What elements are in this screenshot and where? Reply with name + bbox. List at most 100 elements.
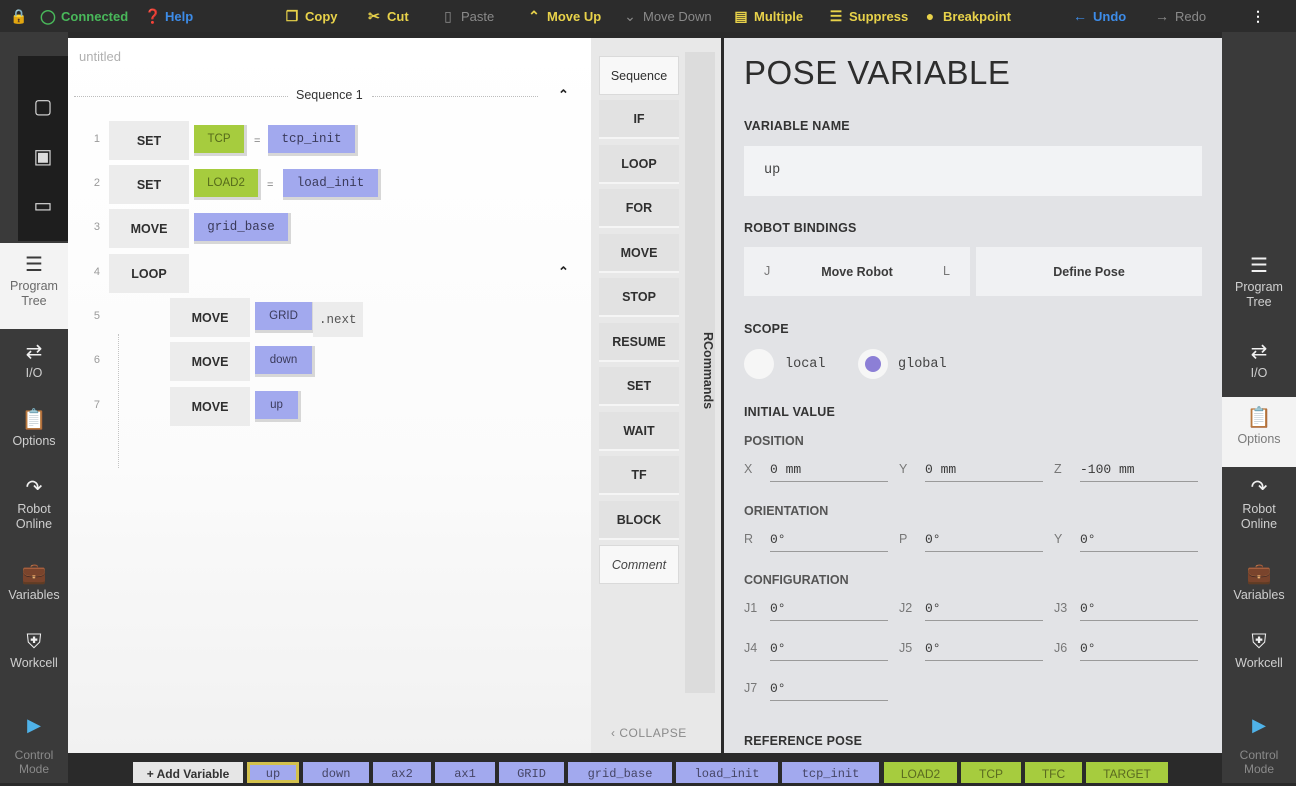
member-suffix[interactable]: .next <box>313 302 363 337</box>
variable-chip-down[interactable]: down <box>303 762 369 783</box>
command-comment[interactable]: Comment <box>599 545 679 584</box>
nav-io[interactable]: ⇄ I/O <box>1222 340 1296 381</box>
rcommands-tab[interactable]: RCommands <box>685 52 715 693</box>
toolbox-icon[interactable]: ▭ <box>18 191 68 221</box>
variable-chip[interactable]: LOAD2 <box>194 169 261 200</box>
paste-button[interactable]: ▯ Paste <box>440 7 494 25</box>
command-keyword[interactable]: MOVE <box>170 298 250 337</box>
variable-chip[interactable]: down <box>255 346 315 377</box>
command-sequence[interactable]: Sequence <box>599 56 679 95</box>
command-keyword[interactable]: LOOP <box>109 254 189 293</box>
variable-chip-load-init[interactable]: load_init <box>676 762 778 783</box>
program-title[interactable]: untitled <box>79 49 121 64</box>
command-for[interactable]: FOR <box>599 189 679 228</box>
command-set[interactable]: SET <box>599 367 679 406</box>
copy-button[interactable]: ❐ Copy <box>284 7 338 25</box>
orientation-p-input[interactable]: 0° <box>925 532 1043 552</box>
variable-chip-tcp-init[interactable]: tcp_init <box>782 762 879 783</box>
nav-program-tree[interactable]: ☰ Program Tree <box>1222 254 1296 310</box>
command-block[interactable]: BLOCK <box>599 501 679 540</box>
move-up-button[interactable]: ⌃ Move Up <box>526 7 601 25</box>
config-j7-input[interactable]: 0° <box>770 681 888 701</box>
command-loop[interactable]: LOOP <box>599 145 679 184</box>
variable-chip[interactable]: grid_base <box>194 213 291 244</box>
variable-chip-target[interactable]: TARGET <box>1086 762 1168 783</box>
add-variable-button[interactable]: + Add Variable <box>133 762 243 783</box>
variable-chip[interactable]: load_init <box>283 169 381 200</box>
variable-chip-tfc[interactable]: TFC <box>1025 762 1082 783</box>
command-tf[interactable]: TF <box>599 456 679 495</box>
variable-chip[interactable]: up <box>255 391 301 422</box>
variable-chip-up[interactable]: up <box>247 762 299 783</box>
cut-button[interactable]: ✂ Cut <box>366 7 409 25</box>
nav-options[interactable]: 📋 Options <box>0 408 68 449</box>
redo-button[interactable]: → Redo <box>1154 7 1206 25</box>
breakpoint-button[interactable]: ● Breakpoint <box>922 7 1011 25</box>
variable-chip-load2[interactable]: LOAD2 <box>884 762 957 783</box>
control-mode-left[interactable]: ▶ Control Mode <box>0 714 68 776</box>
command-keyword[interactable]: SET <box>109 121 189 160</box>
connected-status[interactable]: ◯ Connected <box>40 7 128 25</box>
move-down-button[interactable]: ⌄ Move Down <box>622 7 712 25</box>
orientation-r-input[interactable]: 0° <box>770 532 888 552</box>
variable-chip-grid-base[interactable]: grid_base <box>568 762 672 783</box>
command-resume[interactable]: RESUME <box>599 323 679 362</box>
nav-variables[interactable]: 💼 Variables <box>0 562 68 603</box>
move-robot-button[interactable]: J Move Robot L <box>744 247 970 296</box>
position-y-input[interactable]: 0 mm <box>925 462 1043 482</box>
variable-chip-ax2[interactable]: ax2 <box>373 762 431 783</box>
sequence-header[interactable]: Sequence 1 ⌃ <box>68 87 591 104</box>
note-icon[interactable]: ▢ <box>18 92 68 122</box>
variable-chip-grid[interactable]: GRID <box>499 762 564 783</box>
config-j4-input[interactable]: 0° <box>770 641 888 661</box>
nav-variables[interactable]: 💼 Variables <box>1222 562 1296 603</box>
joint-mode-label[interactable]: J <box>764 247 770 296</box>
nav-workcell[interactable]: ⛨ Workcell <box>0 630 68 671</box>
scope-local-label[interactable]: local <box>785 357 826 372</box>
variable-chip[interactable]: GRID <box>255 302 315 333</box>
nav-robot-online[interactable]: ↷ Robot Online <box>0 476 68 532</box>
control-mode-right[interactable]: ▶ Control Mode <box>1225 714 1293 776</box>
notes-icon[interactable]: ▣ <box>18 142 68 172</box>
linear-mode-label[interactable]: L <box>943 247 950 296</box>
command-keyword[interactable]: MOVE <box>109 209 189 248</box>
chevron-up-icon[interactable]: ⌃ <box>558 264 569 280</box>
undo-button[interactable]: ← Undo <box>1072 7 1126 25</box>
variable-chip-tcp[interactable]: TCP <box>961 762 1021 783</box>
command-stop[interactable]: STOP <box>599 278 679 317</box>
lock-icon[interactable]: 🔒 <box>10 7 27 25</box>
nav-io[interactable]: ⇄ I/O <box>0 340 68 381</box>
config-j3-input[interactable]: 0° <box>1080 601 1198 621</box>
multiple-button[interactable]: ▤ Multiple <box>733 7 803 25</box>
position-x-input[interactable]: 0 mm <box>770 462 888 482</box>
command-if[interactable]: IF <box>599 100 679 139</box>
more-menu-icon[interactable]: ⋮ <box>1250 7 1266 25</box>
chevron-up-icon[interactable]: ⌃ <box>558 87 569 103</box>
command-wait[interactable]: WAIT <box>599 412 679 451</box>
command-keyword[interactable]: SET <box>109 165 189 204</box>
nav-workcell[interactable]: ⛨ Workcell <box>1222 630 1296 671</box>
variable-chip-ax1[interactable]: ax1 <box>435 762 495 783</box>
nav-options[interactable]: 📋 Options <box>1222 397 1296 467</box>
define-pose-button[interactable]: Define Pose <box>976 247 1202 296</box>
config-j1-input[interactable]: 0° <box>770 601 888 621</box>
scope-global-label[interactable]: global <box>898 357 947 372</box>
config-j6-input[interactable]: 0° <box>1080 641 1198 661</box>
collapse-button[interactable]: ‹ COLLAPSE <box>611 726 687 740</box>
nav-robot-online[interactable]: ↷ Robot Online <box>1222 476 1296 532</box>
config-j2-input[interactable]: 0° <box>925 601 1043 621</box>
command-keyword[interactable]: MOVE <box>170 387 250 426</box>
orientation-y-input[interactable]: 0° <box>1080 532 1198 552</box>
variable-chip[interactable]: tcp_init <box>268 125 358 156</box>
help-button[interactable]: ❓ Help <box>144 7 193 25</box>
scope-global-radio[interactable] <box>858 349 888 379</box>
nav-program-tree[interactable]: ☰ Program Tree <box>0 243 68 329</box>
scope-local-radio[interactable] <box>744 349 774 379</box>
command-move[interactable]: MOVE <box>599 234 679 273</box>
config-j5-input[interactable]: 0° <box>925 641 1043 661</box>
suppress-button[interactable]: ☰ Suppress <box>828 7 909 25</box>
variable-name-input[interactable]: up <box>744 146 1202 196</box>
position-z-input[interactable]: -100 mm <box>1080 462 1198 482</box>
variable-chip[interactable]: TCP <box>194 125 247 156</box>
command-keyword[interactable]: MOVE <box>170 342 250 381</box>
